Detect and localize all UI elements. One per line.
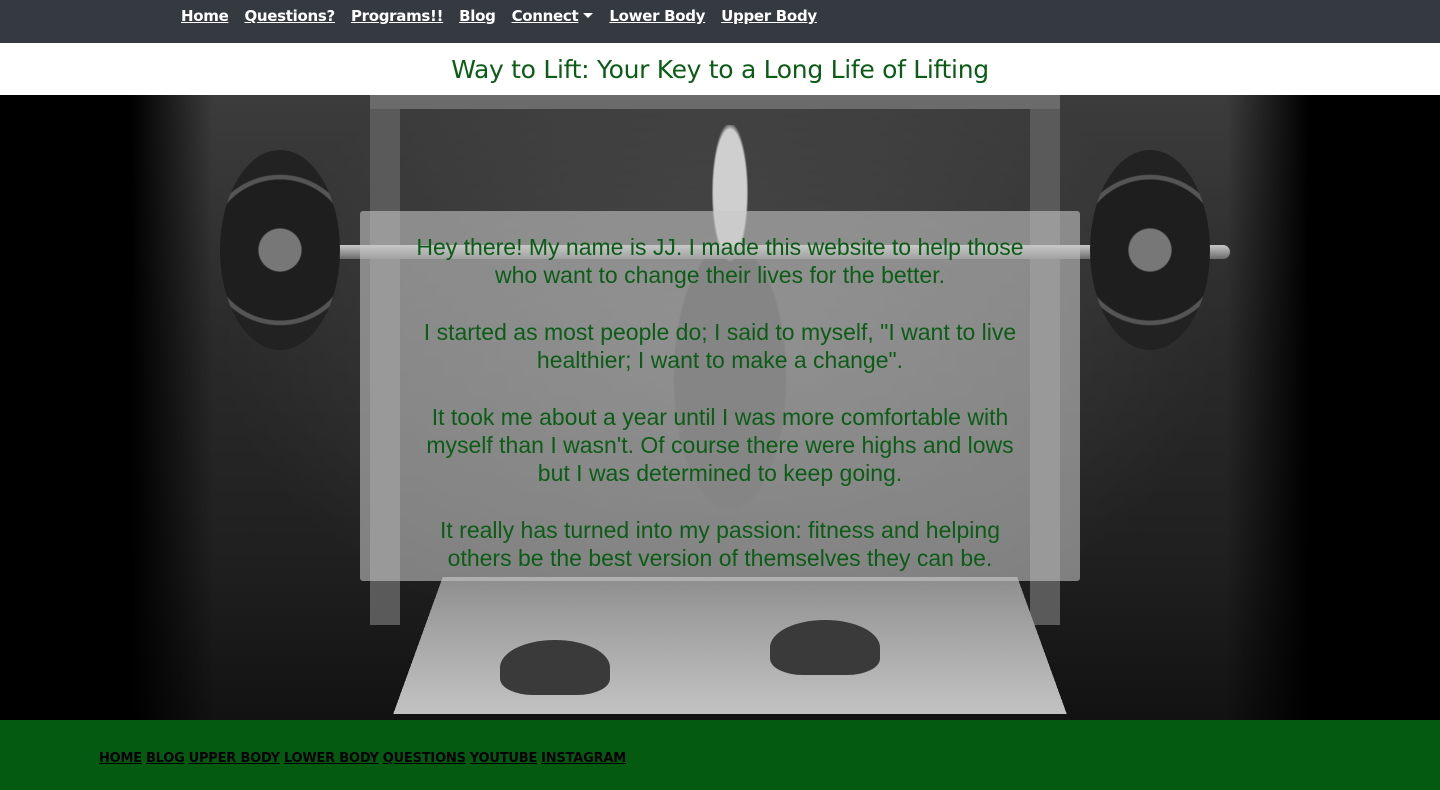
nav-link-programs[interactable]: Programs!! <box>351 6 444 26</box>
intro-paragraph: I started as most people do; I said to m… <box>423 319 1017 373</box>
nav-dropdown-connect[interactable]: Connect <box>512 6 594 26</box>
squat-rack-top <box>370 95 1060 109</box>
nav-link-home[interactable]: Home <box>181 6 229 26</box>
weight-plate <box>220 150 340 350</box>
nav-dropdown-connect-label: Connect <box>511 7 579 25</box>
intro-paragraph: It really has turned into my passion: fi… <box>440 517 1000 571</box>
top-navbar: Home Questions? Programs!! Blog Connect … <box>0 0 1440 43</box>
nav-link-blog[interactable]: Blog <box>459 6 496 26</box>
intro-paragraph: Hey there! My name is JJ. I made this we… <box>416 234 1024 288</box>
footer-link-instagram[interactable]: Instagram <box>541 751 626 766</box>
page-header: Way to Lift: Your Key to a Long Life of … <box>0 43 1440 95</box>
footer-link-blog[interactable]: Blog <box>146 751 185 766</box>
footer-link-home[interactable]: Home <box>99 751 142 766</box>
footer-links: Home Blog Upper Body Lower Body Question… <box>99 751 626 766</box>
intro-paragraph: It took me about a year until I was more… <box>426 404 1014 486</box>
nav-link-upper-body[interactable]: Upper Body <box>721 6 817 26</box>
page-title: Way to Lift: Your Key to a Long Life of … <box>451 54 989 84</box>
footer-link-youtube[interactable]: Youtube <box>470 751 538 766</box>
footer-link-questions[interactable]: Questions <box>383 751 466 766</box>
weight-plate <box>1090 150 1210 350</box>
page-footer: Home Blog Upper Body Lower Body Question… <box>0 720 1440 790</box>
caret-down-icon <box>583 13 594 18</box>
nav-list: Home Questions? Programs!! Blog Connect … <box>181 6 817 26</box>
footer-link-upper-body[interactable]: Upper Body <box>189 751 280 766</box>
nav-link-questions[interactable]: Questions? <box>244 6 335 26</box>
lifting-platform <box>393 577 1067 714</box>
shoe-left <box>500 640 610 695</box>
footer-link-lower-body[interactable]: Lower Body <box>284 751 379 766</box>
hero-section: Hey there! My name is JJ. I made this we… <box>0 95 1440 720</box>
shoe-right <box>770 620 880 675</box>
nav-link-lower-body[interactable]: Lower Body <box>609 6 705 26</box>
intro-text-box: Hey there! My name is JJ. I made this we… <box>360 211 1080 581</box>
